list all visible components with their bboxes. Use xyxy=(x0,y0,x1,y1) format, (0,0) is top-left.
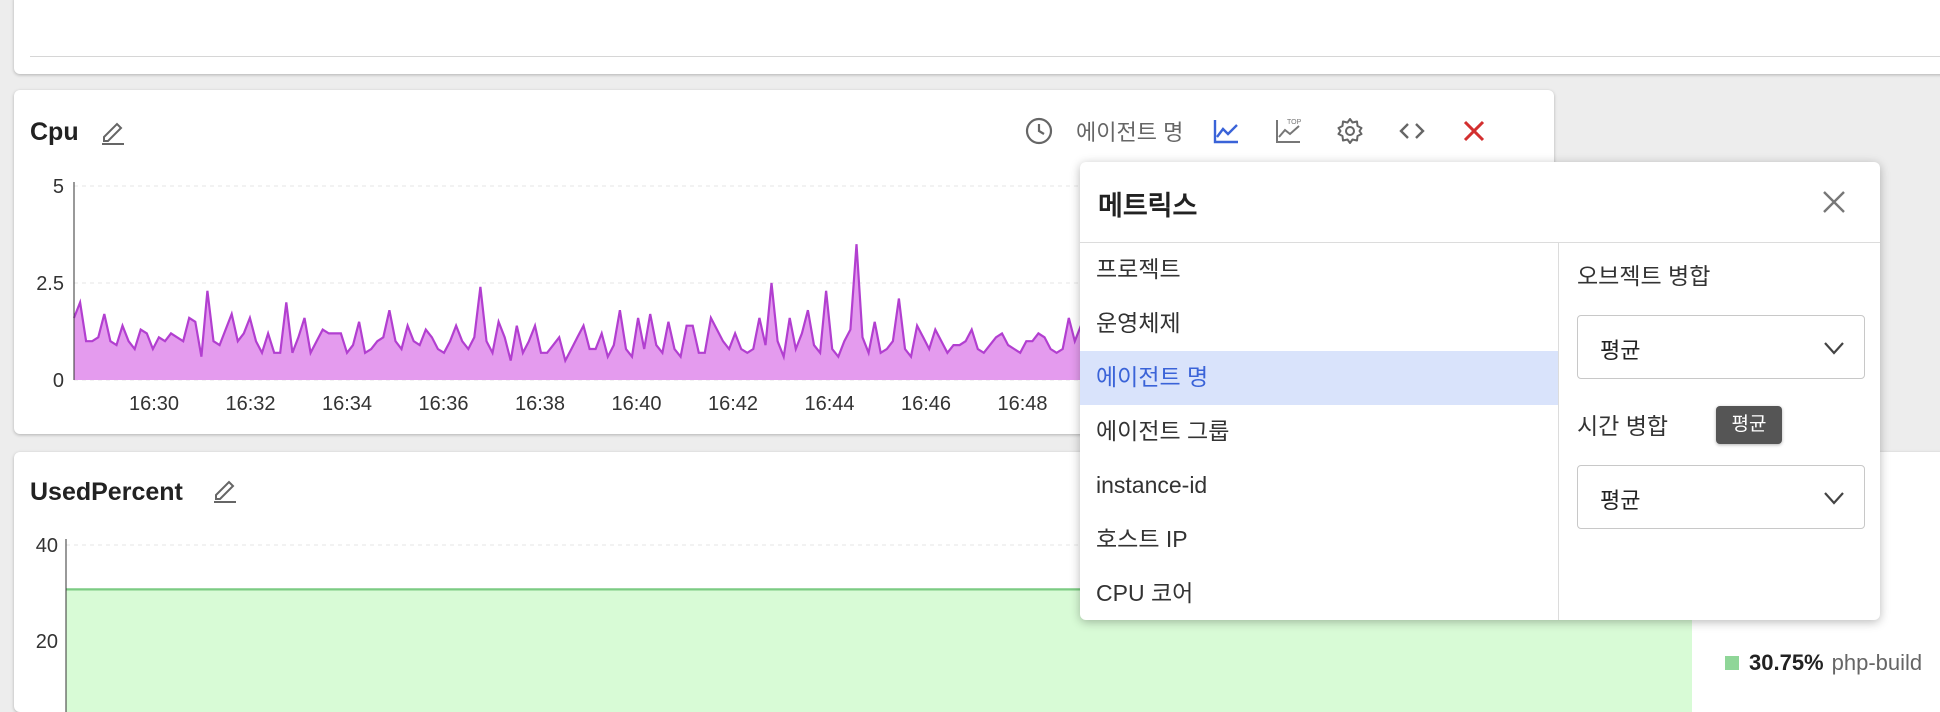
list-item[interactable]: 프로젝트 xyxy=(1080,243,1558,297)
x-tick-label: 16:48 xyxy=(997,393,1047,415)
legend-item[interactable]: 30.75% php-build xyxy=(1725,650,1922,676)
list-item-selected[interactable]: 에이전트 명 xyxy=(1080,351,1558,405)
popup-header: 메트릭스 xyxy=(1080,162,1880,243)
x-tick-label: 16:40 xyxy=(611,393,661,415)
legend-swatch xyxy=(1725,656,1739,670)
metrics-popup: 메트릭스 프로젝트 운영체제 에이전트 명 에이전트 그룹 instance-i… xyxy=(1080,162,1880,620)
list-item[interactable]: 운영체제 xyxy=(1080,297,1558,351)
y-tick-label: 20 xyxy=(36,631,58,653)
y-tick-label: 2.5 xyxy=(36,273,64,295)
select-value: 평균 xyxy=(1600,488,1641,513)
chart-baseline xyxy=(30,56,1940,57)
list-item[interactable]: instance-id xyxy=(1080,459,1558,513)
previous-widget-card xyxy=(14,0,1940,74)
chevron-down-icon xyxy=(1822,336,1846,360)
x-tick-label: 16:30 xyxy=(129,393,179,415)
x-tick-label: 16:32 xyxy=(225,393,275,415)
list-item[interactable]: 에이전트 그룹 xyxy=(1080,405,1558,459)
x-tick-label: 16:38 xyxy=(515,393,565,415)
time-merge-label: 시간 병합 xyxy=(1577,413,1669,439)
metrics-list: 프로젝트 운영체제 에이전트 명 에이전트 그룹 instance-id 호스트… xyxy=(1080,243,1559,620)
popup-title: 메트릭스 xyxy=(1098,191,1198,221)
x-tick-label: 16:46 xyxy=(901,393,951,415)
chevron-down-icon xyxy=(1822,486,1846,510)
x-tick-label: 16:42 xyxy=(708,393,758,415)
select-value: 평균 xyxy=(1600,338,1641,363)
list-item[interactable]: 호스트 IP xyxy=(1080,513,1558,567)
time-merge-select[interactable]: 평균 xyxy=(1577,465,1865,529)
close-icon[interactable] xyxy=(1818,186,1850,218)
x-tick-label: 16:36 xyxy=(418,393,468,415)
list-item[interactable]: CPU 코어 xyxy=(1080,567,1558,621)
object-merge-select[interactable]: 평균 xyxy=(1577,315,1865,379)
x-tick-label: 16:44 xyxy=(804,393,854,415)
legend-value: 30.75% xyxy=(1749,650,1824,675)
x-tick-label: 16:34 xyxy=(322,393,372,415)
y-tick-label: 40 xyxy=(36,535,58,557)
y-tick-label: 0 xyxy=(53,370,64,392)
legend-name: php-build xyxy=(1831,650,1923,675)
tooltip: 평균 xyxy=(1716,406,1782,444)
y-tick-label: 5 xyxy=(53,176,64,198)
object-merge-label: 오브젝트 병합 xyxy=(1577,263,1711,289)
